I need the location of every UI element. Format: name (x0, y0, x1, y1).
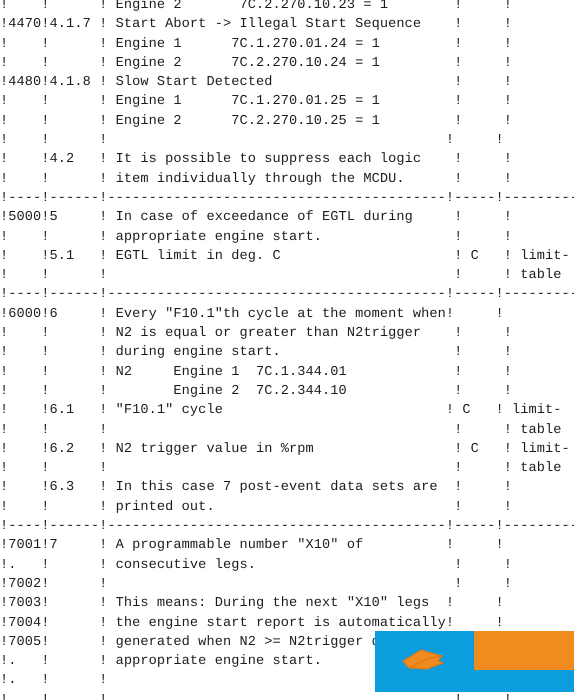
channel-watermark-banner: 飞行者联盟 (375, 631, 574, 692)
document-page: ! ! ! Engine 2 7C.2.270.10.23 = 1 ! ! ! … (0, 0, 574, 700)
ascii-table-listing: ! ! ! Engine 2 7C.2.270.10.23 = 1 ! ! ! … (0, 0, 574, 700)
watermark-text: 飞行者联盟 (477, 649, 562, 669)
paper-plane-mark-icon (402, 649, 445, 670)
